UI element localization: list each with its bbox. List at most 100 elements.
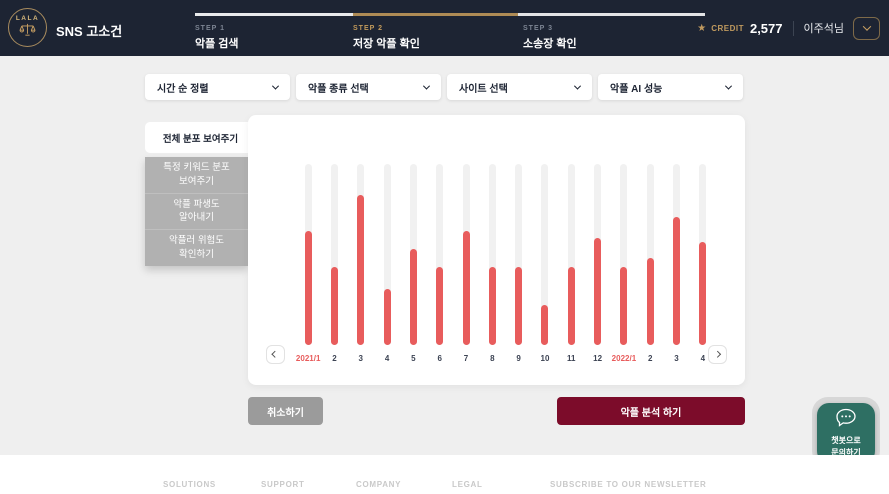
footer-column-heading[interactable]: SOLUTIONS [163, 480, 216, 489]
axis-label: 3 [674, 354, 678, 363]
step-item: STEP 1 악플 검색 [195, 25, 239, 51]
chart-bar-column: 12 [584, 164, 610, 363]
brand-logo-text: LALA [16, 15, 39, 22]
bar-fill [568, 267, 575, 345]
step-caption: STEP 2 [353, 25, 420, 32]
bar-fill [620, 267, 627, 345]
credit-value: 2,577 [750, 21, 783, 36]
filter-dropdown[interactable]: 악플 AI 성능 [598, 74, 743, 100]
user-menu-button[interactable] [853, 17, 880, 40]
axis-label: 5 [411, 354, 415, 363]
chevron-down-icon [862, 22, 870, 30]
app-screen: LALA SNS 고소건 STEP 1 악플 검색STEP 2 저장 악플 확 [0, 0, 889, 494]
brand-logo[interactable]: LALA [8, 8, 47, 47]
bar-track [305, 164, 312, 345]
axis-label: 3 [359, 354, 363, 363]
footer-column-heading[interactable]: LEGAL [452, 480, 483, 489]
bar-track [489, 164, 496, 345]
axis-label: 12 [593, 354, 602, 363]
chart-bar-column: 5 [400, 164, 426, 363]
filter-dropdown[interactable]: 악플 종류 선택 [296, 74, 441, 100]
chart-prev-button[interactable] [266, 345, 285, 364]
bar-fill [463, 231, 470, 345]
top-navbar: LALA SNS 고소건 STEP 1 악플 검색STEP 2 저장 악플 확 [0, 0, 889, 56]
bar-track [541, 164, 548, 345]
step-caption: STEP 1 [195, 25, 239, 32]
bar-fill [331, 267, 338, 345]
bar-track [463, 164, 470, 345]
axis-label: 2022/1 [612, 354, 636, 363]
speech-bubble-icon [835, 408, 857, 432]
tab-item[interactable]: 악플 파생도알아내기 [145, 194, 248, 231]
chevron-left-icon [272, 351, 278, 357]
chevron-down-icon [725, 82, 732, 89]
bar-fill [436, 267, 443, 345]
axis-label: 2021/1 [296, 354, 320, 363]
footer-column-heading[interactable]: SUPPORT [261, 480, 305, 489]
axis-label: 2 [648, 354, 652, 363]
header-right: ★ CREDIT 2,577 이주석님 [697, 0, 880, 56]
bar-fill [357, 195, 364, 345]
header-divider [793, 21, 794, 36]
filter-dropdown-label: 시간 순 정렬 [157, 80, 209, 95]
bar-fill [410, 249, 417, 345]
axis-label: 7 [464, 354, 468, 363]
chart-bar-column: 4 [690, 164, 716, 363]
bar-track [568, 164, 575, 345]
filter-bar: 시간 순 정렬 악플 종류 선택 사이트 선택 악플 AI 성능 [145, 74, 743, 100]
steps-labels: STEP 1 악플 검색 STEP 2 저장 악플 확인 STEP 3 소송장 확인 [195, 16, 705, 48]
chart-bar-column: 10 [532, 164, 558, 363]
tab-item[interactable]: 특정 키워드 분포보여주기 [145, 157, 248, 194]
chart-bar-column: 2021/1 [295, 164, 321, 363]
chart-bar-column: 2022/1 [611, 164, 637, 363]
tab-item-label: 악플러 위험도확인하기 [169, 234, 224, 262]
bar-track [357, 164, 364, 345]
filter-dropdown[interactable]: 사이트 선택 [447, 74, 592, 100]
bar-track [620, 164, 627, 345]
step-title: 저장 악플 확인 [353, 35, 420, 51]
analysis-tabs: 전체 분포 보여주기특정 키워드 분포보여주기악플 파생도알아내기악플러 위험도… [145, 122, 256, 266]
chart-bar-column: 4 [374, 164, 400, 363]
chart-bar-column: 2 [321, 164, 347, 363]
tab-item-active[interactable]: 전체 분포 보여주기 [145, 122, 256, 153]
axis-label: 8 [490, 354, 494, 363]
bar-track [647, 164, 654, 345]
axis-label: 10 [541, 354, 550, 363]
chart-bar-column: 2 [637, 164, 663, 363]
chart-next-button[interactable] [708, 345, 727, 364]
chart-bar-column: 11 [558, 164, 584, 363]
cancel-button[interactable]: 취소하기 [248, 397, 323, 425]
chevron-right-icon [714, 351, 720, 357]
user-name: 이주석님 [804, 20, 844, 36]
axis-label: 11 [567, 354, 575, 363]
step-title: 소송장 확인 [523, 35, 577, 51]
steps: STEP 1 악플 검색 STEP 2 저장 악플 확인 STEP 3 소송장 확인 [195, 13, 705, 48]
filter-dropdown-label: 사이트 선택 [459, 80, 508, 95]
footer-column-heading[interactable]: SUBSCRIBE TO OUR NEWSLETTER [550, 480, 707, 489]
chart-bar-column: 8 [479, 164, 505, 363]
step-title: 악플 검색 [195, 35, 239, 51]
main-content: 시간 순 정렬 악플 종류 선택 사이트 선택 악플 AI 성능 전체 분포 보… [0, 56, 889, 455]
bar-track [515, 164, 522, 345]
bar-fill [699, 242, 706, 345]
filter-dropdown-label: 악플 AI 성능 [610, 80, 662, 95]
axis-label: 2 [332, 354, 336, 363]
chevron-down-icon [272, 82, 279, 89]
bar-track [384, 164, 391, 345]
step-item: STEP 2 저장 악플 확인 [353, 25, 420, 51]
tab-item-label: 특정 키워드 분포보여주기 [163, 161, 229, 189]
tab-item[interactable]: 악플러 위험도확인하기 [145, 230, 248, 266]
bar-track [331, 164, 338, 345]
chatbot-button[interactable]: 챗봇으로 문의하기 [817, 403, 875, 463]
filter-dropdown[interactable]: 시간 순 정렬 [145, 74, 290, 100]
page-footer: SOLUTIONS SUPPORT COMPANY LEGAL SUBSCRIBE TO… [0, 455, 889, 494]
bar-fill [673, 217, 680, 346]
chart-bar-column: 6 [427, 164, 453, 363]
step-caption: STEP 3 [523, 25, 577, 32]
footer-column-heading[interactable]: COMPANY [356, 480, 401, 489]
axis-label: 9 [516, 354, 520, 363]
bar-track [436, 164, 443, 345]
analyze-button[interactable]: 악플 분석 하기 [557, 397, 745, 425]
credit-label: CREDIT [711, 24, 744, 33]
tab-item-label: 악플 파생도알아내기 [173, 198, 219, 226]
